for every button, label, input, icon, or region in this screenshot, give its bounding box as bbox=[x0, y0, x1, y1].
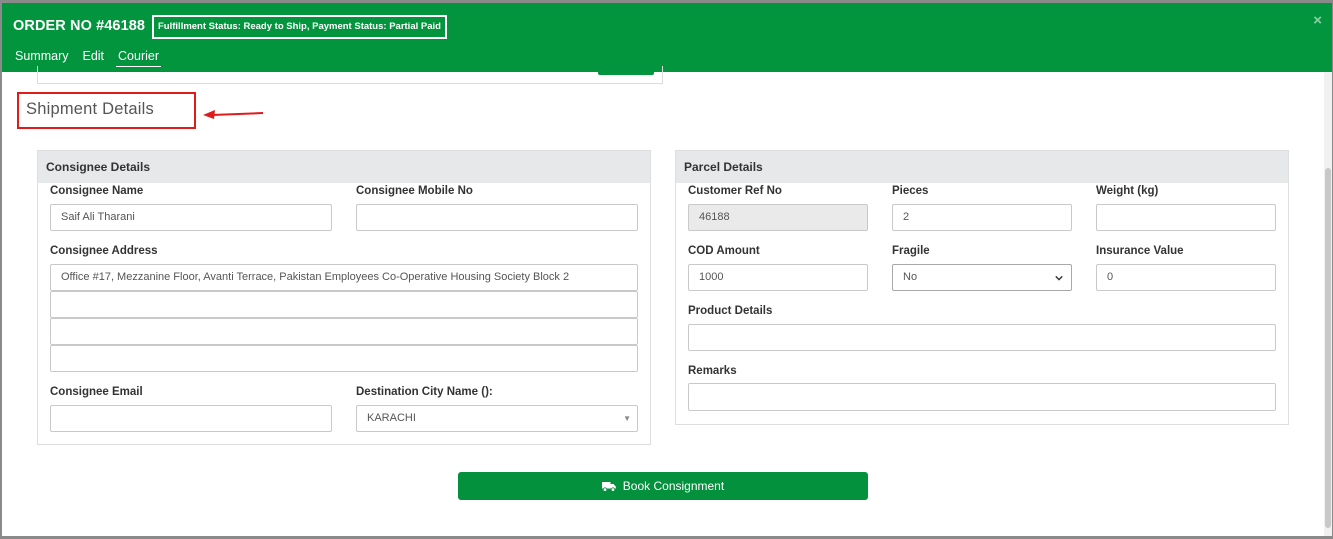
order-modal: ORDER NO #46188 Fulfillment Status: Read… bbox=[2, 3, 1332, 536]
remarks-input[interactable] bbox=[688, 383, 1276, 411]
parcel-heading: Parcel Details bbox=[676, 151, 1288, 183]
truck-icon bbox=[601, 481, 616, 492]
previous-card-button[interactable] bbox=[598, 66, 654, 75]
destination-city-value: KARACHI bbox=[367, 412, 416, 424]
product-details-label: Product Details bbox=[688, 305, 773, 317]
consignee-heading: Consignee Details bbox=[38, 151, 650, 183]
remarks-label: Remarks bbox=[688, 365, 737, 377]
consignee-card: Consignee Details Consignee Name Saif Al… bbox=[37, 150, 651, 445]
caret-down-icon: ▼ bbox=[623, 414, 631, 423]
consignee-mobile-input[interactable] bbox=[356, 204, 638, 231]
scrollbar-thumb[interactable] bbox=[1325, 168, 1331, 528]
customer-ref-label: Customer Ref No bbox=[688, 185, 782, 197]
weight-input[interactable] bbox=[1096, 204, 1276, 231]
order-title: ORDER NO #46188 bbox=[13, 18, 146, 34]
chevron-down-icon bbox=[1055, 275, 1063, 281]
cod-amount-label: COD Amount bbox=[688, 245, 760, 257]
insurance-label: Insurance Value bbox=[1096, 245, 1184, 257]
section-title: Shipment Details bbox=[26, 100, 154, 118]
arrow-left-icon bbox=[203, 110, 264, 119]
book-consignment-label: Book Consignment bbox=[622, 479, 725, 493]
fragile-label: Fragile bbox=[892, 245, 930, 257]
section-title-highlight: Shipment Details bbox=[17, 92, 196, 129]
weight-label: Weight (kg) bbox=[1096, 185, 1159, 197]
product-details-input[interactable] bbox=[688, 324, 1276, 351]
customer-ref-input: 46188 bbox=[688, 204, 868, 231]
pieces-input[interactable]: 2 bbox=[892, 204, 1072, 231]
consignee-address-line-2[interactable] bbox=[50, 291, 638, 318]
book-consignment-button[interactable]: Book Consignment bbox=[458, 472, 868, 500]
parcel-card: Parcel Details Customer Ref No 46188 Pie… bbox=[675, 150, 1289, 425]
close-icon[interactable]: × bbox=[1313, 12, 1322, 29]
destination-city-select[interactable]: KARACHI ▼ bbox=[356, 405, 638, 432]
tab-summary[interactable]: Summary bbox=[15, 49, 68, 67]
consignee-address-line-1[interactable]: Office #17, Mezzanine Floor, Avanti Terr… bbox=[50, 264, 638, 291]
insurance-input[interactable]: 0 bbox=[1096, 264, 1276, 291]
consignee-address-label: Consignee Address bbox=[50, 245, 158, 257]
fragile-select[interactable]: No bbox=[892, 264, 1072, 291]
consignee-mobile-label: Consignee Mobile No bbox=[356, 185, 473, 197]
modal-body: Shipment Details Consignee Details Consi… bbox=[2, 66, 1332, 536]
consignee-name-input[interactable]: Saif Ali Tharani bbox=[50, 204, 332, 231]
consignee-email-input[interactable] bbox=[50, 405, 332, 432]
modal-header: ORDER NO #46188 Fulfillment Status: Read… bbox=[2, 3, 1332, 72]
pieces-label: Pieces bbox=[892, 185, 929, 197]
destination-city-label: Destination City Name (): bbox=[356, 386, 493, 398]
consignee-name-label: Consignee Name bbox=[50, 185, 144, 197]
modal-tabs: Summary Edit Courier bbox=[15, 49, 175, 67]
previous-card bbox=[37, 66, 663, 84]
scrollbar[interactable] bbox=[1324, 72, 1332, 536]
cod-amount-input[interactable]: 1000 bbox=[688, 264, 868, 291]
tab-edit[interactable]: Edit bbox=[82, 49, 104, 67]
consignee-email-label: Consignee Email bbox=[50, 386, 143, 398]
consignee-address-line-4[interactable] bbox=[50, 345, 638, 372]
consignee-address-line-3[interactable] bbox=[50, 318, 638, 345]
status-badge: Fulfillment Status: Ready to Ship, Payme… bbox=[152, 15, 447, 39]
tab-courier[interactable]: Courier bbox=[116, 49, 162, 67]
fragile-value: No bbox=[903, 271, 918, 283]
